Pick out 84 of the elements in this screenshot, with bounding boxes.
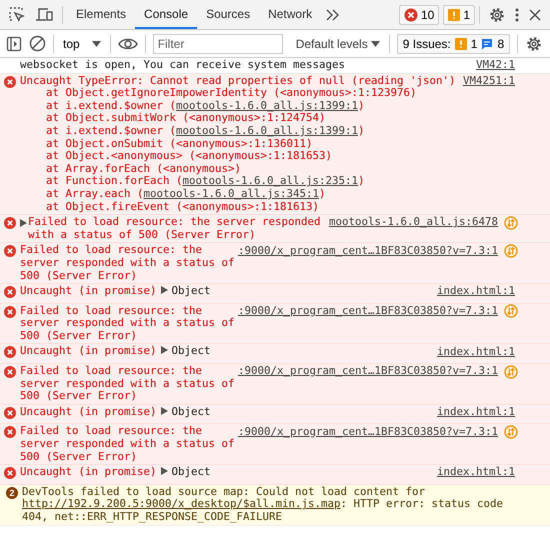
source-link[interactable]: index.html:1 — [436, 346, 515, 358]
eye-icon[interactable] — [118, 36, 138, 50]
source-link[interactable]: index.html:1 — [436, 285, 515, 298]
stack-frame: at Object.getIgnoreImpowerIdentity (<anonymous>:1:123976) — [46, 86, 417, 100]
log-message: websocket is open, You can receive system messages — [20, 59, 346, 72]
expand-triangle-icon[interactable] — [20, 219, 27, 228]
error-count-button[interactable]: 10 — [398, 4, 440, 24]
error-message: Failed to load resource: the server responded with a status of 500 (Server Error) — [20, 424, 235, 463]
error-message: Failed to load resource: the server responded with a status of 500 (Server Error) — [20, 304, 235, 342]
error-icon — [4, 426, 16, 438]
object-preview[interactable]: Object — [172, 344, 211, 358]
source-link[interactable]: :9000/x_program_cent…1BF83C03850?v=7.3:1 — [238, 244, 498, 258]
more-tabs-icon[interactable] — [325, 8, 342, 22]
error-icon — [4, 366, 16, 378]
panel-tab[interactable]: Network — [259, 0, 322, 29]
warning-count-button[interactable]: 1 — [443, 4, 475, 24]
error-icon — [4, 76, 16, 88]
expand-triangle-icon[interactable] — [160, 467, 168, 476]
error-icon — [4, 346, 16, 358]
error-icon — [4, 217, 16, 230]
source-map-link[interactable]: http://192.9.200.5:9000/x_desktop/$all.min.js.map — [22, 497, 341, 510]
source-link[interactable]: index.html:1 — [436, 466, 515, 480]
stack-frame: at Function.forEach (mootools-1.6.0_all.js:235:1) — [46, 174, 365, 188]
error-message: Uncaught (in promise) — [20, 344, 157, 358]
source-link[interactable]: :9000/x_program_cent…1BF83C03850?v=7.3:1 — [238, 365, 498, 378]
panel-tab[interactable]: Console — [135, 0, 198, 29]
stack-frame: at i.extend.$owner (mootools-1.6.0_all.js:1399:1) — [46, 124, 365, 137]
stack-frame: at Array.forEach (<anonymous>) — [46, 162, 242, 175]
close-icon[interactable] — [528, 8, 542, 22]
source-link[interactable]: :9000/x_program_cent…1BF83C03850?v=7.3:1 — [238, 304, 498, 318]
warning-icon — [454, 38, 467, 50]
stack-link[interactable]: mootools-1.6.0_all.js:345:1 — [144, 186, 320, 200]
error-icon — [4, 286, 16, 298]
stack-frame: at Object.fireEvent (<anonymous>:1:181613) — [46, 200, 320, 213]
stack-link[interactable]: mootools-1.6.0_all.js:235:1 — [182, 174, 358, 188]
error-message: Failed to load resource: the server responded with a status of 500 (Server Error) — [20, 243, 235, 282]
expand-triangle-icon[interactable] — [160, 406, 168, 415]
device-toggle-icon[interactable] — [34, 6, 54, 24]
stack-link[interactable]: mootools-1.6.0_all.js:1399:1 — [176, 98, 358, 112]
error-icon — [4, 306, 16, 318]
error-message: Failed to load resource: the server responded with a status of 500 (Server Error) — [28, 215, 321, 241]
sidebar-toggle-icon[interactable] — [6, 36, 22, 52]
console-settings-icon[interactable] — [525, 34, 544, 52]
stack-frame: at Array.each (mootools-1.6.0_all.js:345:1) — [46, 186, 326, 200]
caret-icon — [370, 40, 380, 46]
filter-field[interactable]: Filter — [152, 34, 283, 54]
context-dropdown[interactable]: top — [61, 36, 103, 50]
expand-triangle-icon[interactable] — [160, 286, 168, 294]
source-link[interactable]: VM42:1 — [476, 59, 515, 72]
issues-button[interactable]: 9 Issues: 1 8 — [396, 34, 510, 54]
info-icon — [481, 38, 494, 50]
caret-icon — [92, 40, 101, 46]
more-options-icon[interactable] — [514, 6, 520, 22]
stack-frame: at Object.onSubmit (<anonymous>:1:136011) — [46, 136, 313, 150]
panel-tab[interactable]: Elements — [67, 0, 136, 29]
warning-icon — [448, 8, 460, 20]
stack-link[interactable]: mootools-1.6.0_all.js:1399:1 — [176, 124, 358, 137]
repeat-count: 2 — [6, 486, 18, 499]
object-preview[interactable]: Object — [172, 465, 211, 478]
error-message: Uncaught (in promise) — [20, 284, 157, 298]
error-icon — [4, 406, 16, 419]
warning-message: DevTools failed to load source map: Could not load content for http://192.9.200.5:9000/x_desktop/$all.min.js.map: HTTP error: status code 404, net::ERR_HTTP_RESPONSE_CODE_FAILURE — [22, 484, 504, 523]
error-icon — [4, 245, 16, 258]
stack-frame: at Object.submitWork (<anonymous>:1:124754) — [46, 111, 326, 124]
expand-triangle-icon[interactable] — [160, 346, 168, 354]
object-preview[interactable]: Object — [172, 284, 211, 298]
settings-icon[interactable] — [488, 6, 506, 24]
error-message: Failed to load resource: the server responded with a status of 500 (Server Error) — [20, 364, 235, 402]
source-link[interactable]: mootools-1.6.0_all.js:6478 — [328, 216, 498, 229]
stack-frame: at i.extend.$owner (mootools-1.6.0_all.js:1399:1) — [46, 98, 365, 112]
error-message: Uncaught TypeError: Cannot read properties of null (reading 'json') — [20, 74, 456, 87]
error-icon — [404, 8, 418, 22]
error-icon — [4, 467, 16, 480]
error-message: Uncaught (in promise) — [20, 465, 157, 478]
levels-dropdown[interactable]: Default levels — [294, 36, 382, 50]
stack-frame: at Object.<anonymous> (<anonymous>:1:181653) — [46, 149, 332, 162]
source-link[interactable]: VM4251:1 — [462, 74, 515, 88]
error-message: Uncaught (in promise) — [20, 404, 157, 418]
object-preview[interactable]: Object — [172, 404, 211, 418]
inspect-icon[interactable] — [8, 6, 26, 24]
source-link[interactable]: :9000/x_program_cent…1BF83C03850?v=7.3:1 — [238, 426, 498, 438]
clear-icon[interactable] — [29, 35, 46, 52]
panel-tab[interactable]: Sources — [197, 0, 260, 29]
source-link[interactable]: index.html:1 — [436, 406, 515, 419]
